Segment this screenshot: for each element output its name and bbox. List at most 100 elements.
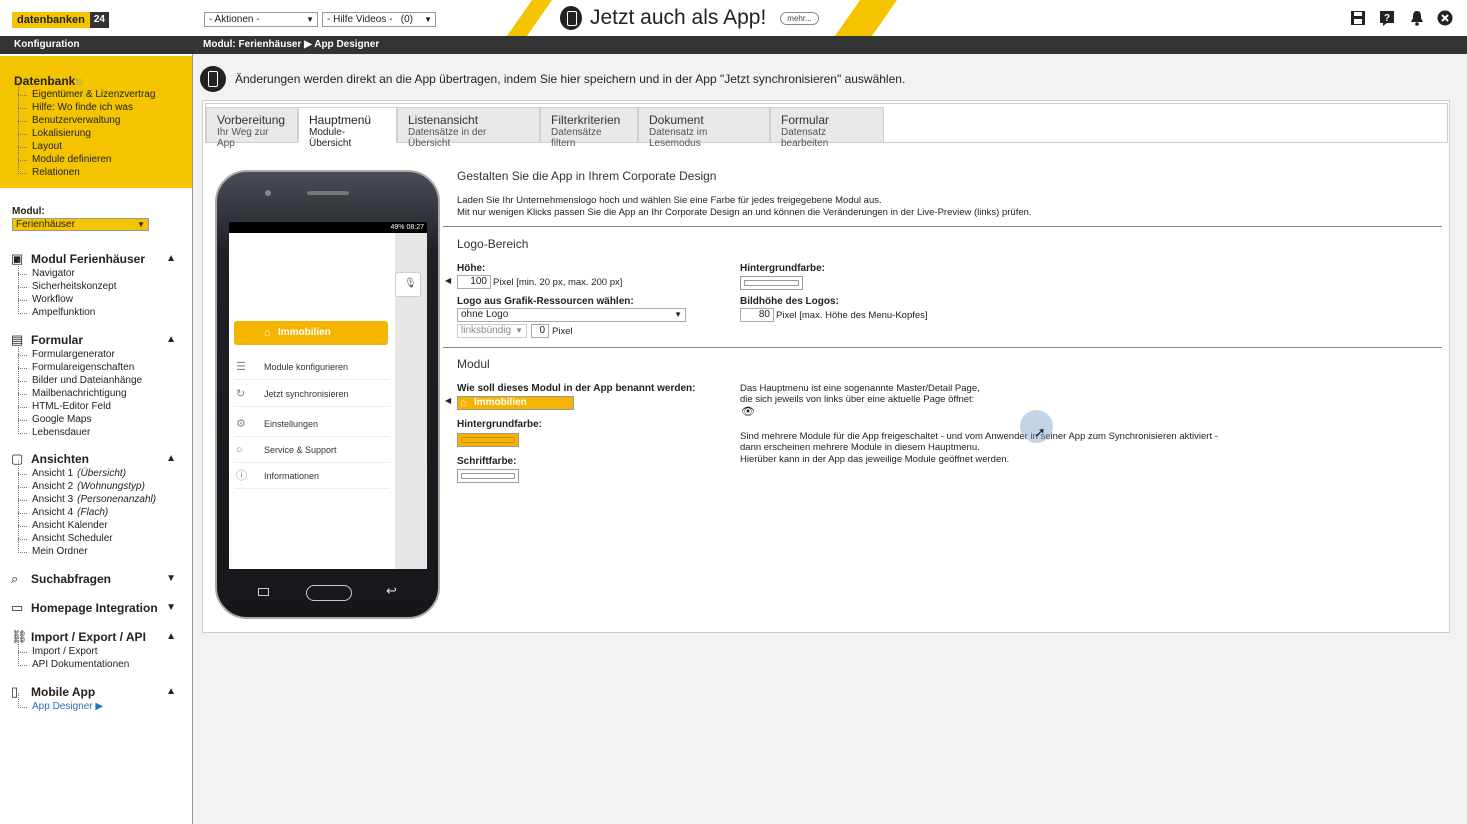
phone-menu-label: Jetzt synchronisieren <box>264 389 349 399</box>
tab-bar: Vorbereitung Ihr Weg zur App Hauptmenü Modu… <box>205 103 1448 149</box>
tab-listenansicht[interactable]: Listenansicht Datensätze in der Übersicht <box>397 107 540 149</box>
sidebar-item[interactable]: Google Maps <box>18 406 91 425</box>
phone-menu-item: ⚙ Einstellungen <box>234 411 390 437</box>
tab-formular[interactable]: Formular Datensatz bearbeiten <box>770 107 884 149</box>
eye-icon[interactable]: 👁 <box>741 405 755 418</box>
sidebar-item[interactable]: Ansicht 4 (Flach) <box>18 499 108 518</box>
sidebar-item[interactable]: Ansicht 2 (Wohnungstyp) <box>18 473 145 492</box>
promo-more-button[interactable]: mehr... <box>780 11 819 25</box>
microphone-icon: 🎙 <box>395 272 421 297</box>
sidebar-item[interactable]: Formulareigenschaften <box>18 354 135 373</box>
sidebar-item[interactable]: Formulargenerator <box>18 341 115 360</box>
module-name-input[interactable]: ⌂ Immobilien <box>457 396 574 410</box>
sidebar-item-label: Bilder und Dateianhänge <box>32 375 143 386</box>
module-select[interactable]: Ferienhäuser ▼ <box>12 218 149 231</box>
height-hint: Pixel [min. 20 px, max. 200 px] <box>493 277 623 288</box>
phone-icon <box>560 6 582 30</box>
pointer-left-icon: ◀ <box>445 396 452 405</box>
breadcrumb-bar: Konfiguration Modul: Ferienhäuser ▶ App … <box>0 36 1467 54</box>
section-title: Konfiguration <box>14 39 80 50</box>
collapse-arrow-icon[interactable]: ▲ <box>166 334 176 345</box>
info-bar: Änderungen werden direkt an die App über… <box>200 66 905 92</box>
sidebar-item-label: Lebensdauer <box>32 427 91 438</box>
sidebar-item-label: Ansicht Scheduler <box>32 533 113 544</box>
phone-menu-label: Einstellungen <box>264 419 319 429</box>
sidebar-item[interactable]: Hilfe: Wo finde ich was <box>18 94 133 113</box>
close-icon[interactable] <box>1437 10 1453 26</box>
top-bar: datenbanken 24 - Aktionen - ▼ - Hilfe Vide… <box>0 0 1467 36</box>
sidebar-section-title[interactable]: Formular <box>31 333 83 347</box>
color-swatch <box>461 473 515 479</box>
collapse-arrow-icon[interactable]: ▲ <box>166 453 176 464</box>
sidebar-item-note: (Wohnungstyp) <box>77 481 145 492</box>
form-heading: Gestalten Sie die App in Ihrem Corporate… <box>457 169 717 183</box>
videos-select-label: - Hilfe Videos - <box>327 14 393 25</box>
height-label: Höhe: <box>457 263 486 274</box>
sidebar-item[interactable]: Relationen <box>18 159 80 178</box>
sidebar-item[interactable]: Ansicht Kalender <box>18 512 108 531</box>
height-input[interactable]: 100 <box>457 275 491 289</box>
logo-text: datenbanken <box>17 14 85 26</box>
sidebar-item[interactable]: Mein Ordner <box>18 538 88 557</box>
sidebar-item[interactable]: Mailbenachrichtigung <box>18 380 127 399</box>
expand-arrow-icon[interactable]: ▼ <box>166 602 176 613</box>
color-swatch <box>744 280 799 286</box>
sidebar-section-title[interactable]: Homepage Integration <box>31 601 158 615</box>
sidebar-section-title[interactable]: Mobile App <box>31 685 95 699</box>
expand-arrow-icon[interactable]: ▼ <box>166 573 176 584</box>
sidebar-section-title[interactable]: Ansichten <box>31 452 89 466</box>
sidebar-item[interactable]: Benutzerverwaltung <box>18 107 120 126</box>
collapse-arrow-icon[interactable]: ▲ <box>166 253 176 264</box>
bell-icon[interactable] <box>1409 10 1425 26</box>
module-select-value: Ferienhäuser <box>16 219 75 230</box>
collapse-arrow-icon[interactable]: ▲ <box>166 631 176 642</box>
sidebar-item[interactable]: App Designer ▶ <box>18 693 103 712</box>
sidebar-item[interactable]: Ansicht Scheduler <box>18 525 113 544</box>
tab-dokument[interactable]: Dokument Datensatz im Lesemodus <box>638 107 770 149</box>
sidebar-item[interactable]: Module definieren <box>18 146 112 165</box>
sidebar-item[interactable]: Lokalisierung <box>18 120 91 139</box>
align-select[interactable]: linksbündig ▼ <box>457 324 527 338</box>
sidebar-item[interactable]: Import / Export <box>18 638 98 657</box>
sidebar-item[interactable]: HTML-Editor Feld <box>18 393 111 412</box>
sidebar-item-label: HTML-Editor Feld <box>32 401 111 412</box>
app-logo[interactable]: datenbanken 24 <box>12 12 109 28</box>
logo-select[interactable]: ohne Logo ▼ <box>457 308 686 322</box>
sidebar-item[interactable]: Eigentümer & Lizenzvertrag <box>18 81 155 100</box>
sidebar-section-title[interactable]: Modul Ferienhäuser <box>31 252 145 266</box>
tab-vorbereitung[interactable]: Vorbereitung Ihr Weg zur App <box>206 107 298 149</box>
sidebar-item[interactable]: Sicherheitskonzept <box>18 273 117 292</box>
sidebar-item-label: Mailbenachrichtigung <box>32 388 127 399</box>
font-color-picker[interactable] <box>457 469 519 483</box>
collapse-arrow-icon[interactable]: ▲ <box>166 686 176 697</box>
tab-hauptmenü[interactable]: Hauptmenü Module-Übersicht <box>298 107 397 149</box>
promo-banner[interactable]: Jetzt auch als App! mehr... <box>560 6 819 30</box>
phone-menu-item: ☰ Module konfigurieren <box>234 354 390 380</box>
module-name-value: Immobilien <box>474 397 527 408</box>
sidebar-item[interactable]: API Dokumentationen <box>18 651 130 670</box>
sidebar-item[interactable]: Ansicht 1 (Übersicht) <box>18 460 126 479</box>
save-icon[interactable] <box>1350 10 1366 26</box>
offset-input[interactable]: 0 <box>531 324 549 338</box>
sidebar-item-label: API Dokumentationen <box>32 659 130 670</box>
sidebar-section-title[interactable]: Suchabfragen <box>31 572 111 586</box>
promo-text: Jetzt auch als App! <box>590 6 767 29</box>
module-bg-color-picker[interactable] <box>457 433 519 447</box>
menu-item-icon: ⓘ <box>236 470 247 482</box>
sidebar-item-label: Formulareigenschaften <box>32 362 135 373</box>
tab-subtitle: Datensatz im Lesemodus <box>649 127 708 149</box>
sidebar-section-title[interactable]: Import / Export / API <box>31 630 146 644</box>
logo-height-input[interactable]: 80 <box>740 308 774 322</box>
link-icon[interactable]: ⎋ <box>76 78 82 88</box>
sidebar-item[interactable]: Ansicht 3 (Personenanzahl) <box>18 486 156 505</box>
module-bg-color-label: Hintergrundfarbe: <box>457 419 542 430</box>
sidebar-item[interactable]: Lebensdauer <box>18 419 91 438</box>
sidebar-item[interactable]: Ampelfunktion <box>18 299 95 318</box>
tab-filterkriterien[interactable]: Filterkriterien Datensätze filtern <box>540 107 638 149</box>
actions-select[interactable]: - Aktionen - ▼ <box>204 12 318 27</box>
logo-bg-color-picker[interactable] <box>740 276 803 290</box>
modul-section-title: Modul <box>457 357 490 371</box>
videos-select[interactable]: - Hilfe Videos - (0) ▼ <box>322 12 436 27</box>
help-icon[interactable]: ? <box>1379 10 1395 26</box>
sidebar-item[interactable]: Bilder und Dateianhänge <box>18 367 143 386</box>
